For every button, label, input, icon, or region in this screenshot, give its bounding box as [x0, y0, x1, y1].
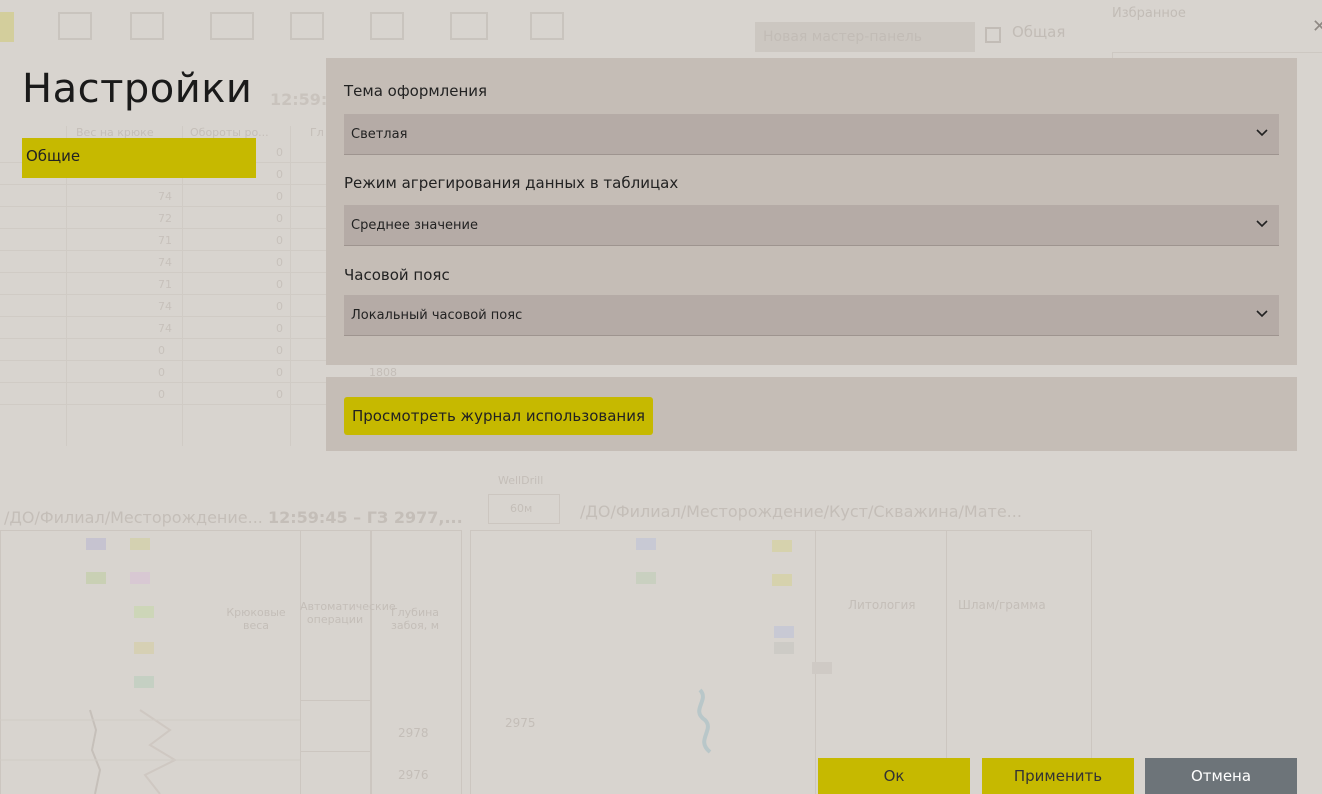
aggregation-select-value: Среднее значение [351, 218, 478, 233]
toolbar-accent [0, 12, 14, 42]
legend-chip [86, 538, 106, 550]
aggregation-select[interactable]: Среднее значение [344, 205, 1279, 246]
grid-cell: 0 [276, 256, 283, 269]
left-pane-cell [300, 700, 372, 752]
depth-axis-label: 2975 [505, 716, 536, 730]
background-track-plot [0, 709, 300, 794]
layout-6-icon [450, 12, 488, 40]
grid-col-line [290, 126, 291, 446]
layout-5-icon [370, 12, 404, 40]
close-icon: ✕ [1312, 16, 1322, 37]
col-label: Литология [848, 598, 916, 612]
legend-chip [636, 572, 656, 584]
grid-cell: 71 [158, 234, 172, 247]
grid-cell: 0 [276, 278, 283, 291]
legend-chip [774, 642, 794, 654]
grid-cell: 74 [158, 256, 172, 269]
grid-cell: 0 [158, 344, 165, 357]
new-panel-input: Новая мастер-панель [755, 22, 975, 52]
grid-cell: 0 [276, 388, 283, 401]
view-usage-log-button[interactable]: Просмотреть журнал использования [344, 397, 653, 435]
timezone-select-value: Локальный часовой пояс [351, 308, 523, 323]
grid-header: Гл [310, 126, 324, 139]
page-title: Настройки [22, 66, 253, 112]
grid-cell: 0 [276, 190, 283, 203]
right-pane-col [815, 530, 947, 794]
depth-value: 2978 [398, 726, 429, 740]
usage-log-panel: Просмотреть журнал использования [326, 377, 1297, 451]
col-label: Автоматические операции [300, 600, 396, 626]
grid-cell: 72 [158, 212, 172, 225]
grid-cell: 0 [276, 344, 283, 357]
grid-cell: 0 [276, 234, 283, 247]
favorites-label: Избранное [1112, 6, 1186, 21]
legend-chip [130, 572, 150, 584]
grid-time: 12:59: [270, 90, 328, 109]
layout-3-icon [210, 12, 254, 40]
legend-chip [636, 538, 656, 550]
legend-chip [812, 662, 832, 674]
legend-chip [772, 540, 792, 552]
chevron-down-icon [1256, 310, 1268, 318]
theme-select-value: Светлая [351, 127, 408, 142]
legend-chip [134, 642, 154, 654]
aggregation-label: Режим агрегирования данных в таблицах [344, 174, 679, 192]
chevron-down-icon [1256, 220, 1268, 228]
grid-cell: 0 [276, 146, 283, 159]
left-pane-title: /ДО/Филиал/Месторождение... [4, 508, 263, 527]
grid-cell: 0 [276, 212, 283, 225]
timezone-select[interactable]: Локальный часовой пояс [344, 295, 1279, 336]
theme-select[interactable]: Светлая [344, 114, 1279, 155]
left-pane-time: 12:59:45 – ГЗ 2977,... [268, 508, 463, 527]
col-label: Крюковые веса [226, 606, 286, 632]
grid-cell: 0 [158, 388, 165, 401]
theme-label: Тема оформления [344, 82, 488, 100]
legend-chip [774, 626, 794, 638]
right-pane-box [470, 530, 1092, 794]
col-label: Шлам/грамма [958, 598, 1046, 612]
legend-chip [134, 676, 154, 688]
common-label: Общая [1012, 23, 1066, 41]
grid-cell: 71 [158, 278, 172, 291]
depth-tag: 60м [510, 502, 533, 515]
ok-button[interactable]: Ок [818, 758, 970, 794]
legend-chip [772, 574, 792, 586]
legend-chip [134, 606, 154, 618]
background-lithology-plot [697, 688, 712, 754]
grid-cell: 74 [158, 300, 172, 313]
left-pane-col [370, 530, 462, 794]
layout-1-icon [58, 12, 92, 40]
cancel-button[interactable]: Отмена [1145, 758, 1297, 794]
layout-7-icon [530, 12, 564, 40]
col-label: Глубина забоя, м [390, 606, 440, 632]
grid-cell: 0 [276, 366, 283, 379]
sidebar-item-general[interactable]: Общие [22, 138, 256, 178]
settings-panel: Тема оформления Светлая Режим агрегирова… [326, 58, 1297, 365]
layout-4-icon [290, 12, 324, 40]
legend-chip [130, 538, 150, 550]
background-toolbar: Новая мастер-панель Общая [0, 10, 1110, 52]
common-checkbox [985, 27, 1001, 43]
grid-cell: 0 [276, 322, 283, 335]
chevron-down-icon [1256, 129, 1268, 137]
grid-cell: 74 [158, 322, 172, 335]
right-pane-title: /ДО/Филиал/Месторождение/Куст/Скважина/М… [580, 502, 1022, 521]
left-pane-col [300, 530, 372, 794]
well-tag: WellDrill [498, 474, 544, 487]
legend-chip [86, 572, 106, 584]
apply-button[interactable]: Применить [982, 758, 1134, 794]
layout-2-icon [130, 12, 164, 40]
grid-cell: 74 [158, 190, 172, 203]
grid-cell: 0 [276, 168, 283, 181]
grid-cell: 0 [276, 300, 283, 313]
sidebar-item-label: Общие [26, 147, 81, 165]
depth-value: 2976 [398, 768, 429, 782]
grid-cell: 0 [158, 366, 165, 379]
timezone-label: Часовой пояс [344, 266, 450, 284]
